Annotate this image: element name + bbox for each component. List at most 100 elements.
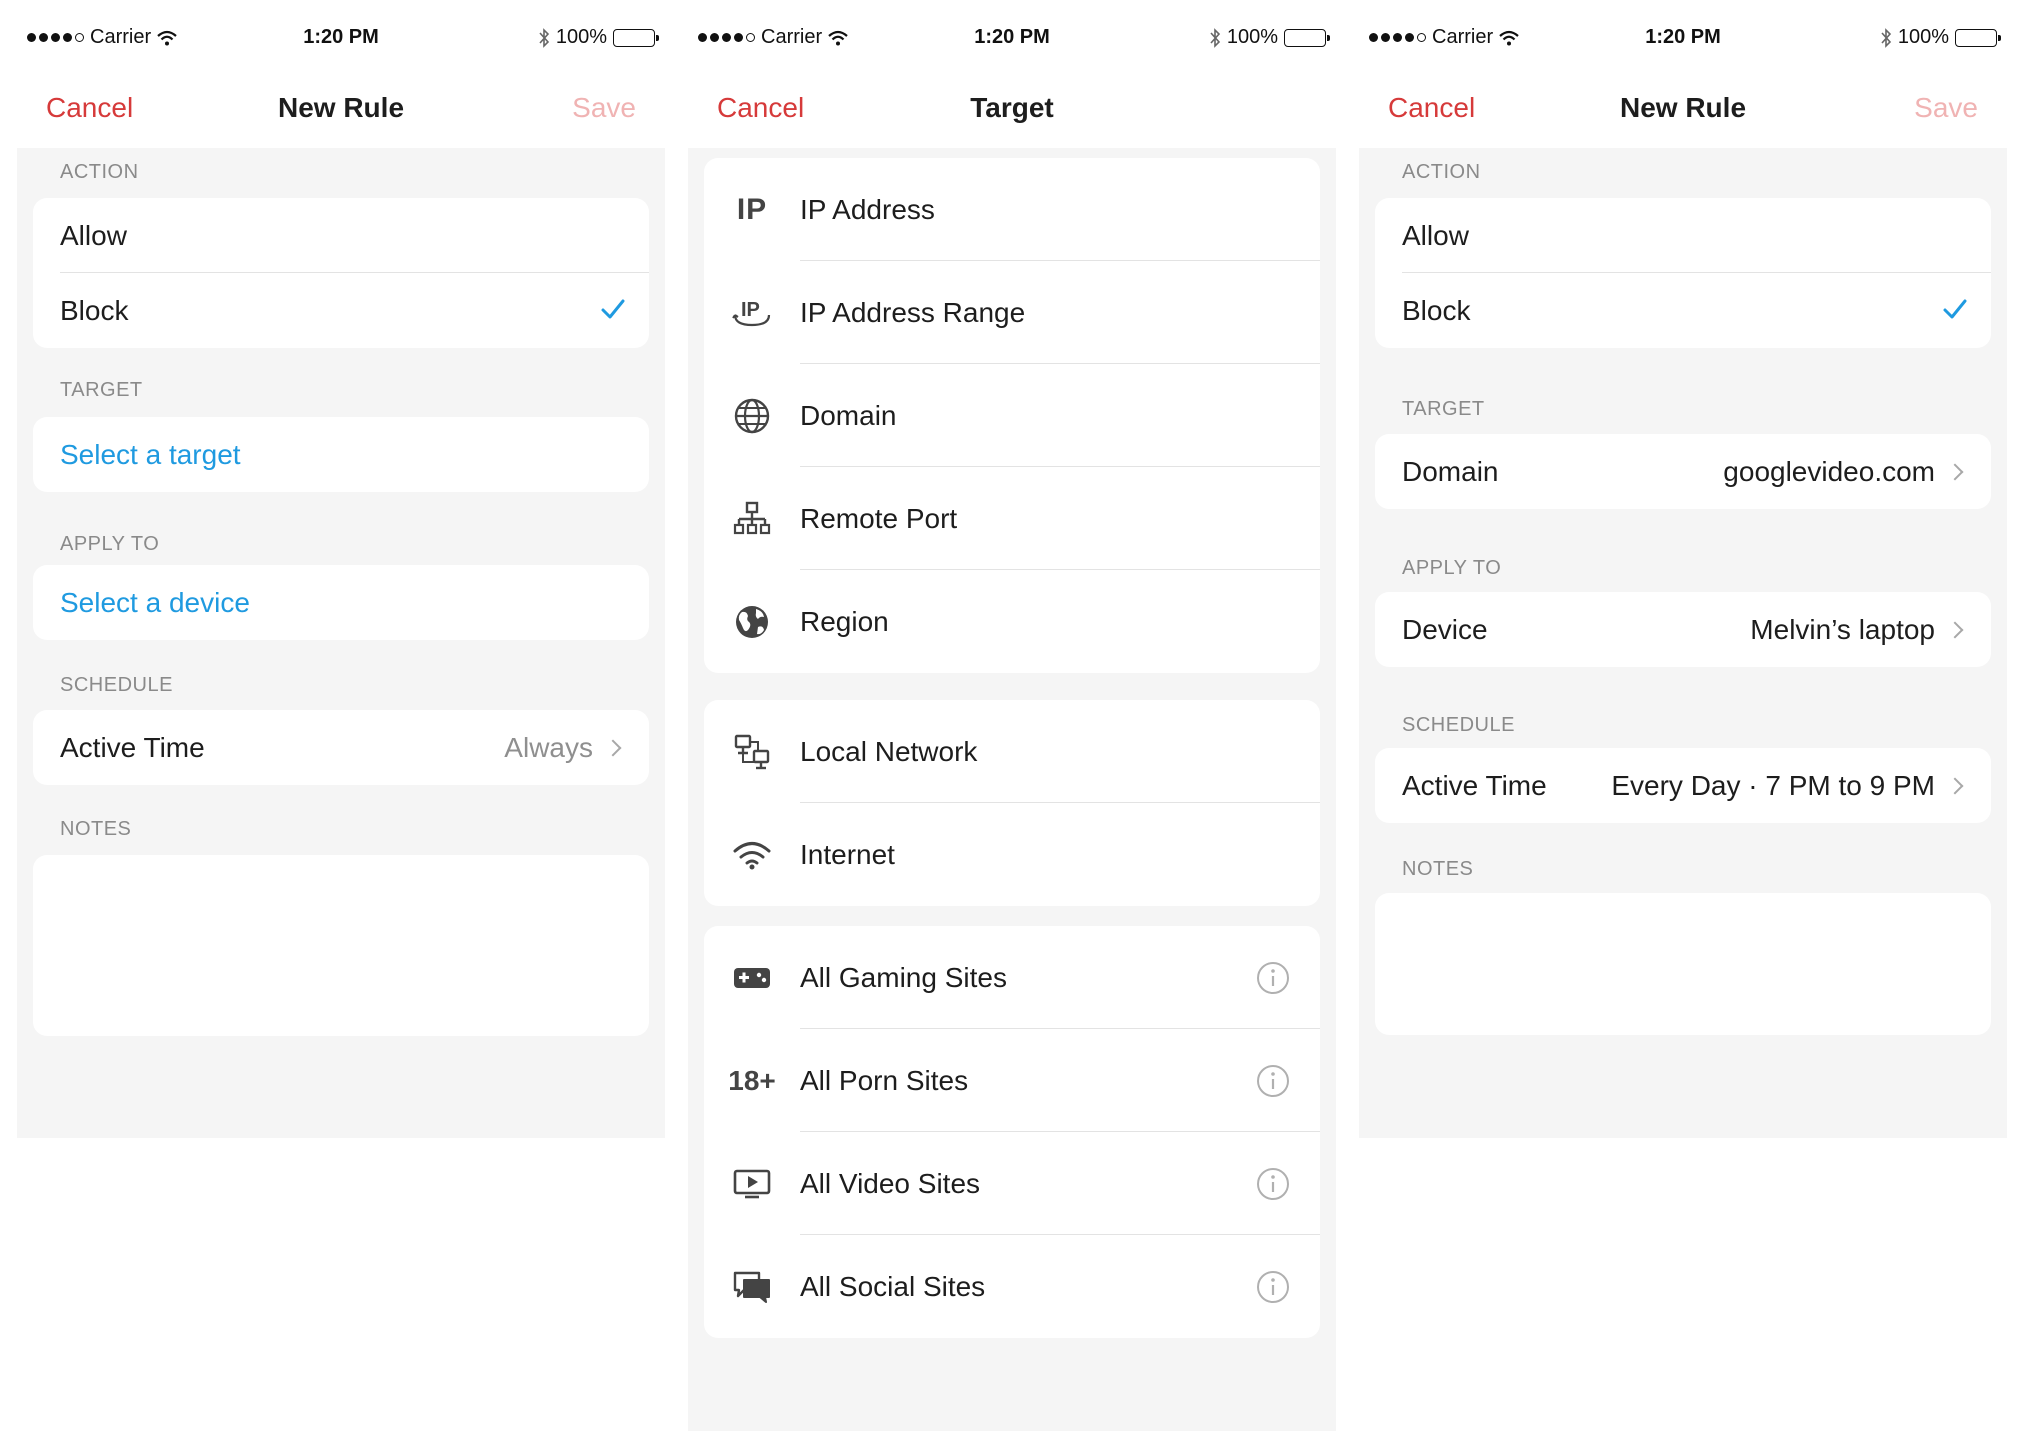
target-label: Internet: [800, 838, 895, 870]
battery-icon: [1284, 28, 1330, 47]
section-label-schedule: SCHEDULE: [60, 674, 173, 696]
option-block-label: Block: [1402, 294, 1471, 326]
battery-icon: [1955, 28, 2001, 47]
wifi-icon: [704, 840, 800, 870]
active-time-value: Always: [504, 731, 593, 763]
target-all-gaming-sites[interactable]: All Gaming Sites: [704, 926, 1320, 1029]
adult-content-icon: 18+: [728, 1064, 776, 1096]
option-allow-label: Allow: [1402, 219, 1469, 251]
info-icon[interactable]: [1256, 1270, 1290, 1304]
target-label: Domain: [800, 399, 897, 431]
info-icon[interactable]: [1256, 1064, 1290, 1098]
target-region[interactable]: Region: [704, 570, 1320, 673]
option-block-label: Block: [60, 294, 129, 326]
target-label: All Porn Sites: [800, 1064, 969, 1096]
target-card: Domain googlevideo.com: [1375, 434, 1991, 509]
option-allow[interactable]: Allow: [33, 198, 649, 273]
target-label: All Social Sites: [800, 1270, 986, 1302]
target-all-porn-sites[interactable]: 18+ All Porn Sites: [704, 1029, 1320, 1132]
target-label: All Gaming Sites: [800, 961, 1007, 993]
ip-icon: IP: [736, 192, 768, 226]
section-label-action: ACTION: [60, 161, 139, 183]
target-label: Region: [800, 605, 889, 637]
save-button[interactable]: Save: [1914, 92, 1978, 124]
info-icon[interactable]: [1256, 1167, 1290, 1201]
option-block[interactable]: Block: [1375, 273, 1991, 348]
checkmark-icon: [1943, 299, 1967, 319]
chevron-right-icon: [1946, 777, 1964, 794]
target-domain[interactable]: Domain: [704, 364, 1320, 467]
section-label-action: ACTION: [1402, 161, 1481, 183]
chevron-right-icon: [1946, 621, 1964, 638]
target-ip-address-range[interactable]: IP IP Address Range: [704, 261, 1320, 364]
screen-new-rule-filled: Carrier 1:20 PM 100% Cancel New Rule Sav…: [1359, 18, 2007, 1138]
action-card: Allow Block: [1375, 198, 1991, 348]
target-remote-port[interactable]: Remote Port: [704, 467, 1320, 570]
page-title: New Rule: [277, 92, 405, 123]
target-ip-address[interactable]: IP IP Address: [704, 158, 1320, 261]
battery-percent: 100%: [1897, 26, 1949, 48]
active-time-label: Active Time: [60, 731, 205, 763]
section-label-notes: NOTES: [1402, 858, 1474, 880]
section-label-schedule: SCHEDULE: [1402, 714, 1515, 736]
target-value: googlevideo.com: [1723, 455, 1935, 487]
screen-target: Carrier 1:20 PM 100% Cancel Target IP IP…: [688, 18, 1336, 1431]
target-label: IP Address: [800, 193, 935, 225]
active-time-row[interactable]: Active Time Always: [33, 710, 649, 785]
section-label-target: TARGET: [60, 379, 143, 401]
bluetooth-icon: [1881, 27, 1891, 48]
save-button[interactable]: Save: [572, 92, 636, 124]
option-allow-label: Allow: [60, 219, 127, 251]
screen-new-rule-empty: Carrier 1:20 PM 100% Cancel New Rule Sav…: [17, 18, 665, 1138]
select-device-label: Select a device: [60, 586, 250, 618]
bluetooth-icon: [539, 27, 549, 48]
page-title: Target: [970, 92, 1054, 123]
info-icon[interactable]: [1256, 961, 1290, 995]
select-target-label: Select a target: [60, 438, 241, 470]
nav-bar: Cancel New Rule Save: [1359, 58, 2007, 148]
status-bar: Carrier 1:20 PM 100%: [1359, 18, 2007, 58]
device-value: Melvin’s laptop: [1750, 613, 1935, 645]
section-label-apply-to: APPLY TO: [1402, 557, 1502, 579]
target-local-network[interactable]: Local Network: [704, 700, 1320, 803]
chevron-right-icon: [1946, 463, 1964, 480]
active-time-label: Active Time: [1402, 769, 1547, 801]
target-group-categories: All Gaming Sites 18+ All Porn Sites All …: [704, 926, 1320, 1338]
gamepad-icon: [704, 965, 800, 991]
section-label-apply-to: APPLY TO: [60, 533, 160, 555]
status-bar: Carrier 1:20 PM 100%: [688, 18, 1336, 58]
target-all-video-sites[interactable]: All Video Sites: [704, 1132, 1320, 1235]
device-row[interactable]: Device Melvin’s laptop: [1375, 592, 1991, 667]
chat-bubbles-icon: [704, 1270, 800, 1304]
option-allow[interactable]: Allow: [1375, 198, 1991, 273]
target-group-network: Local Network Internet: [704, 700, 1320, 906]
select-device-button[interactable]: Select a device: [33, 565, 649, 640]
nav-bar: Cancel New Rule Save: [17, 58, 665, 148]
notes-field[interactable]: [33, 855, 649, 1036]
notes-field[interactable]: [1375, 893, 1991, 1035]
globe-icon: [704, 397, 800, 435]
target-label: Remote Port: [800, 502, 958, 534]
target-all-social-sites[interactable]: All Social Sites: [704, 1235, 1320, 1338]
target-label: IP Address Range: [800, 296, 1026, 328]
chevron-right-icon: [604, 739, 622, 756]
target-group-address: IP IP Address IP IP Address Range Domain…: [704, 158, 1320, 673]
select-target-button[interactable]: Select a target: [33, 417, 649, 492]
option-block[interactable]: Block: [33, 273, 649, 348]
schedule-card: Active Time Every Day · 7 PM to 9 PM: [1375, 748, 1991, 823]
page-title: New Rule: [1619, 92, 1747, 123]
target-label: Local Network: [800, 735, 978, 767]
active-time-value: Every Day · 7 PM to 9 PM: [1611, 769, 1935, 801]
nav-bar: Cancel Target: [688, 58, 1336, 148]
network-icon: [704, 500, 800, 538]
active-time-row[interactable]: Active Time Every Day · 7 PM to 9 PM: [1375, 748, 1991, 823]
status-bar: Carrier 1:20 PM 100%: [17, 18, 665, 58]
local-network-icon: [704, 733, 800, 771]
section-label-target: TARGET: [1402, 398, 1485, 420]
apply-to-card: Device Melvin’s laptop: [1375, 592, 1991, 667]
target-internet[interactable]: Internet: [704, 803, 1320, 906]
checkmark-icon: [601, 299, 625, 319]
target-key: Domain: [1402, 455, 1499, 487]
target-row[interactable]: Domain googlevideo.com: [1375, 434, 1991, 509]
schedule-card: Active Time Always: [33, 710, 649, 785]
